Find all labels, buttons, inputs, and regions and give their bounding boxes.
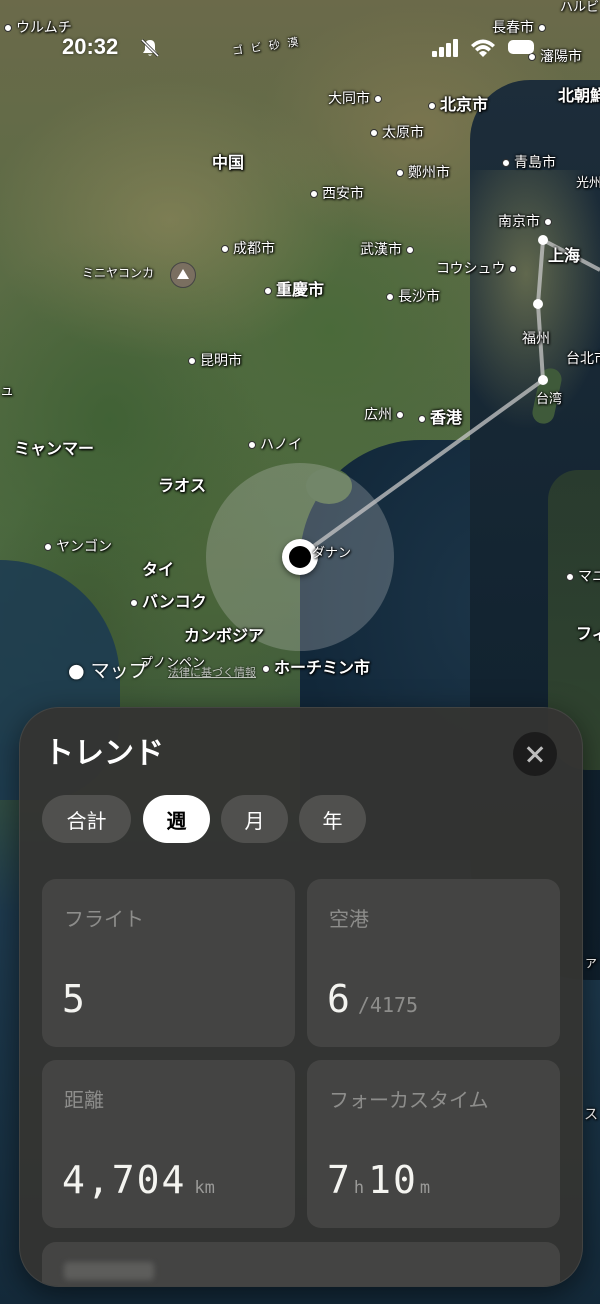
map-label[interactable]: ハルビ — [560, 0, 599, 15]
map-label[interactable]: 武漢市 — [360, 239, 414, 259]
focus-minutes: 10 — [368, 1158, 418, 1202]
map-label[interactable]: 北京市 — [428, 91, 488, 115]
map-label[interactable]: 長春市 — [492, 17, 546, 37]
map-label[interactable]: ミャンマー — [14, 435, 94, 459]
airports-value: 6 — [327, 977, 352, 1021]
airports-label: 空港 — [329, 907, 369, 931]
map-label[interactable]: マニ — [566, 566, 600, 586]
focus-time-card[interactable]: フォーカスタイム 7 h 10 m — [307, 1060, 560, 1228]
segment-week[interactable]: 週 — [143, 795, 210, 843]
map-label[interactable]: 北朝鮮 — [558, 82, 600, 106]
distance-value: 4,704 — [62, 1158, 187, 1202]
segment-year[interactable]: 年 — [299, 795, 366, 843]
segment-month[interactable]: 月 — [221, 795, 288, 843]
map-label[interactable]: 台湾 — [536, 388, 562, 407]
distance-card[interactable]: 距離 4,704 km — [42, 1060, 295, 1228]
map-label[interactable]: 昆明市 — [188, 350, 242, 370]
airport-dot — [533, 299, 543, 309]
map-label[interactable]: ヤンゴン — [44, 536, 112, 556]
airports-value-group: 6/4175 — [327, 977, 418, 1021]
apple-maps-logo: ● マップ — [68, 656, 148, 683]
map-label[interactable]: 長沙市 — [386, 286, 440, 306]
trends-sheet: トレンド 合計 週 月 年 フライト 5 空港 6/4175 距離 4,704 k… — [19, 707, 583, 1287]
map-label[interactable]: ラオス — [158, 472, 206, 496]
map-label[interactable]: 香港 — [418, 404, 462, 428]
distance-label: 距離 — [64, 1088, 104, 1112]
bell-slash-icon — [140, 38, 160, 58]
distance-value-group: 4,704 km — [62, 1158, 219, 1202]
map-label[interactable]: コウシュウ — [436, 258, 517, 278]
map-label[interactable]: カンボジア — [184, 622, 264, 646]
map-label[interactable]: 青島市 — [502, 152, 556, 172]
wifi-icon — [471, 39, 495, 57]
next-card-peek[interactable] — [42, 1242, 560, 1286]
map-label[interactable]: 南京市 — [498, 211, 552, 231]
map-label[interactable]: 重慶市 — [264, 276, 324, 300]
map-label[interactable]: 西安市 — [310, 183, 364, 203]
map-label[interactable]: ス — [584, 1104, 598, 1124]
map-label[interactable]: 大同市 — [328, 88, 382, 108]
focus-minutes-unit: m — [419, 1178, 431, 1198]
segment-total[interactable]: 合計 — [42, 795, 131, 843]
map-label[interactable]: 成都市 — [221, 238, 275, 258]
focus-hours: 7 — [327, 1158, 352, 1202]
map-label[interactable]: フィ — [576, 620, 600, 644]
map-label[interactable]: 瀋陽市 — [528, 46, 582, 66]
cellular-signal-icon — [432, 39, 458, 57]
close-button[interactable] — [513, 732, 557, 776]
airport-dot — [538, 235, 548, 245]
map-label[interactable]: 太原市 — [370, 122, 424, 142]
map-label[interactable]: ァ — [584, 952, 598, 972]
flights-label: フライト — [64, 907, 144, 931]
flights-card[interactable]: フライト 5 — [42, 879, 295, 1047]
map-label[interactable]: 中国 — [212, 149, 244, 173]
map-label[interactable]: 上海 — [548, 242, 580, 266]
map-label[interactable]: 鄭州市 — [396, 162, 450, 182]
apple-logo-icon: ● — [68, 660, 85, 682]
legal-link[interactable]: 法律に基づく情報 — [168, 664, 256, 680]
battery-icon — [508, 40, 534, 54]
distance-unit: km — [194, 1178, 215, 1198]
map-label[interactable]: 光州 — [576, 172, 600, 191]
focus-hours-unit: h — [353, 1178, 365, 1198]
airports-total: /4175 — [357, 993, 419, 1017]
map-label[interactable]: ホーチミン市 — [262, 654, 370, 678]
map-label[interactable]: ハノイ — [248, 434, 302, 454]
maps-brand-text: マップ — [90, 660, 148, 682]
sheet-title: トレンド — [44, 736, 164, 771]
flights-value: 5 — [62, 977, 87, 1021]
map-label[interactable]: タイ — [142, 556, 174, 580]
map-label[interactable]: バンコク — [130, 588, 207, 612]
focus-time-value-group: 7 h 10 m — [327, 1158, 434, 1202]
map-label[interactable]: 福州 — [522, 328, 550, 348]
map-label[interactable]: ダナン — [312, 542, 351, 561]
status-time: 20:32 — [62, 34, 119, 59]
map-label[interactable]: 台北市 — [566, 348, 600, 368]
airports-card[interactable]: 空港 6/4175 — [307, 879, 560, 1047]
map-label[interactable]: 広州 — [364, 404, 404, 424]
map-label[interactable]: ミニヤコンカ — [82, 264, 154, 281]
mountain-icon[interactable] — [170, 262, 196, 288]
airport-dot — [538, 375, 548, 385]
map-label[interactable]: ュ — [0, 380, 14, 400]
blurred-label — [64, 1262, 154, 1280]
focus-time-label: フォーカスタイム — [329, 1088, 489, 1112]
